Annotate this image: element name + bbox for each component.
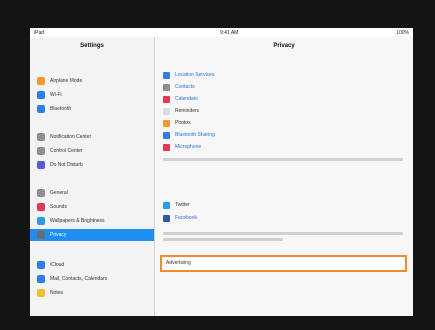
bluetooth-icon: [37, 105, 45, 113]
sidebar-item-wallpapers-brightness[interactable]: Wallpapers & Brightness: [30, 215, 154, 227]
wallpaper-icon: [37, 217, 45, 225]
advertising-label: Advertising: [166, 260, 191, 266]
sidebar-item-privacy[interactable]: Privacy: [30, 229, 154, 241]
sidebar-item-label: Mail, Contacts, Calendars: [50, 276, 108, 282]
privacy-row-reminders[interactable]: Reminders: [155, 106, 413, 117]
privacy-row-label: Reminders: [175, 108, 200, 114]
sidebar-item-label: Airplane Mode: [50, 78, 83, 84]
sidebar-item-icloud[interactable]: iCloud: [30, 259, 154, 271]
airplane-icon: [37, 77, 45, 85]
battery-indicator: 100%: [396, 30, 409, 36]
cloud-icon: [37, 261, 45, 269]
privacy-row-label: Contacts: [175, 84, 195, 90]
sidebar-item-label: Do Not Disturb: [50, 162, 83, 168]
sidebar-item-do-not-disturb[interactable]: Do Not Disturb: [30, 159, 154, 171]
notification-icon: [37, 133, 45, 141]
moon-icon: [37, 161, 45, 169]
mail-icon: [37, 275, 45, 283]
bluetooth-icon: [163, 132, 170, 139]
privacy-row-label: Microphone: [175, 144, 202, 150]
privacy-row-label: Twitter: [175, 202, 190, 208]
sidebar-item-wifi[interactable]: Wi-Fi: [30, 89, 154, 101]
status-time: 9:41 AM: [220, 30, 239, 36]
privacy-row-photos[interactable]: Photos: [155, 118, 413, 129]
privacy-row-location-services[interactable]: Location Services: [155, 70, 413, 81]
privacy-row-label: Location Services: [175, 72, 215, 78]
sidebar-item-mail-contacts-calendars[interactable]: Mail, Contacts, Calendars: [30, 273, 154, 285]
sidebar-item-label: Bluetooth: [50, 106, 72, 112]
privacy-row-twitter[interactable]: Twitter: [155, 200, 413, 211]
sidebar-item-label: Privacy: [50, 232, 67, 238]
sidebar-item-label: Sounds: [50, 204, 67, 210]
settings-sidebar: Settings Airplane Mode Wi-Fi Bluetooth N…: [30, 37, 155, 316]
ipad-screen: iPad 9:41 AM 100% Settings Airplane Mode…: [30, 28, 413, 316]
privacy-row-contacts[interactable]: Contacts: [155, 82, 413, 93]
sidebar-item-label: Wi-Fi: [50, 92, 62, 98]
sidebar-item-notification-center[interactable]: Notification Center: [30, 131, 154, 143]
twitter-icon: [163, 202, 170, 209]
reminders-icon: [163, 108, 170, 115]
sidebar-item-airplane-mode[interactable]: Airplane Mode: [30, 75, 154, 87]
contacts-icon: [163, 84, 170, 91]
page-title: Privacy: [273, 43, 295, 49]
sidebar-item-label: iCloud: [50, 262, 65, 268]
social-footnote: [163, 232, 403, 235]
privacy-row-label: Photos: [175, 120, 191, 126]
privacy-row-facebook[interactable]: Facebook: [155, 213, 413, 224]
sidebar-item-sounds[interactable]: Sounds: [30, 201, 154, 213]
sidebar-item-label: Notification Center: [50, 134, 92, 140]
control-center-icon: [37, 147, 45, 155]
sidebar-item-general[interactable]: General: [30, 187, 154, 199]
sidebar-item-notes[interactable]: Notes: [30, 287, 154, 299]
calendar-icon: [163, 96, 170, 103]
gear-icon: [37, 189, 45, 197]
sidebar-title: Settings: [80, 43, 104, 49]
privacy-row-label: Calendars: [175, 96, 198, 102]
sidebar-item-label: Notes: [50, 290, 64, 296]
sidebar-item-label: Wallpapers & Brightness: [50, 218, 105, 224]
carrier-label: iPad: [34, 30, 45, 36]
facebook-icon: [163, 215, 170, 222]
photos-icon: [163, 120, 170, 127]
advertising-row[interactable]: Advertising: [160, 255, 407, 272]
wifi-icon: [37, 91, 45, 99]
speaker-icon: [37, 203, 45, 211]
privacy-row-bluetooth-sharing[interactable]: Bluetooth Sharing: [155, 130, 413, 141]
sidebar-item-control-center[interactable]: Control Center: [30, 145, 154, 157]
notes-icon: [37, 289, 45, 297]
privacy-row-label: Facebook: [175, 215, 197, 221]
hand-icon: [37, 231, 45, 239]
privacy-row-label: Bluetooth Sharing: [175, 132, 215, 138]
sidebar-item-label: General: [50, 190, 68, 196]
microphone-icon: [163, 144, 170, 151]
social-footnote-line2: [163, 238, 283, 241]
sidebar-item-bluetooth[interactable]: Bluetooth: [30, 103, 154, 115]
sidebar-item-label: Control Center: [50, 148, 83, 154]
privacy-row-calendars[interactable]: Calendars: [155, 94, 413, 105]
privacy-panel: Privacy Location Services Contacts Calen…: [155, 37, 413, 316]
privacy-row-microphone[interactable]: Microphone: [155, 142, 413, 153]
privacy-footnote: [163, 158, 403, 161]
location-icon: [163, 72, 170, 79]
status-bar: iPad 9:41 AM 100%: [30, 28, 413, 37]
